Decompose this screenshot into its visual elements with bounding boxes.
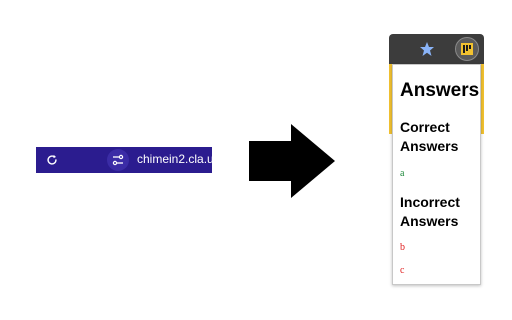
browser-toolbar [389,34,484,64]
incorrect-answer-item: c [400,265,405,276]
reload-icon[interactable] [45,153,59,167]
popup-title: Answers [400,80,480,101]
right-arrow-icon [249,124,335,198]
correct-answers-heading: Correct Answers [400,119,459,154]
page-accent-right [481,64,484,134]
instruction-graphic: chimein2.cla.umn.edu/ Answers Correct An… [0,0,512,320]
browser-address-bar: chimein2.cla.umn.edu/ [36,147,212,173]
chimein-extension-icon [461,43,473,55]
star-icon[interactable] [419,41,435,57]
chimein-extension-button[interactable] [455,37,479,61]
site-info-icon[interactable] [107,149,129,171]
incorrect-answers-heading: Incorrect Answers [400,194,460,229]
incorrect-answer-item: b [400,242,405,253]
correct-answer-item: a [400,168,405,179]
answers-popup: Answers Correct Answers a Incorrect Answ… [392,64,481,285]
url-text[interactable]: chimein2.cla.umn.edu/ [137,152,212,166]
